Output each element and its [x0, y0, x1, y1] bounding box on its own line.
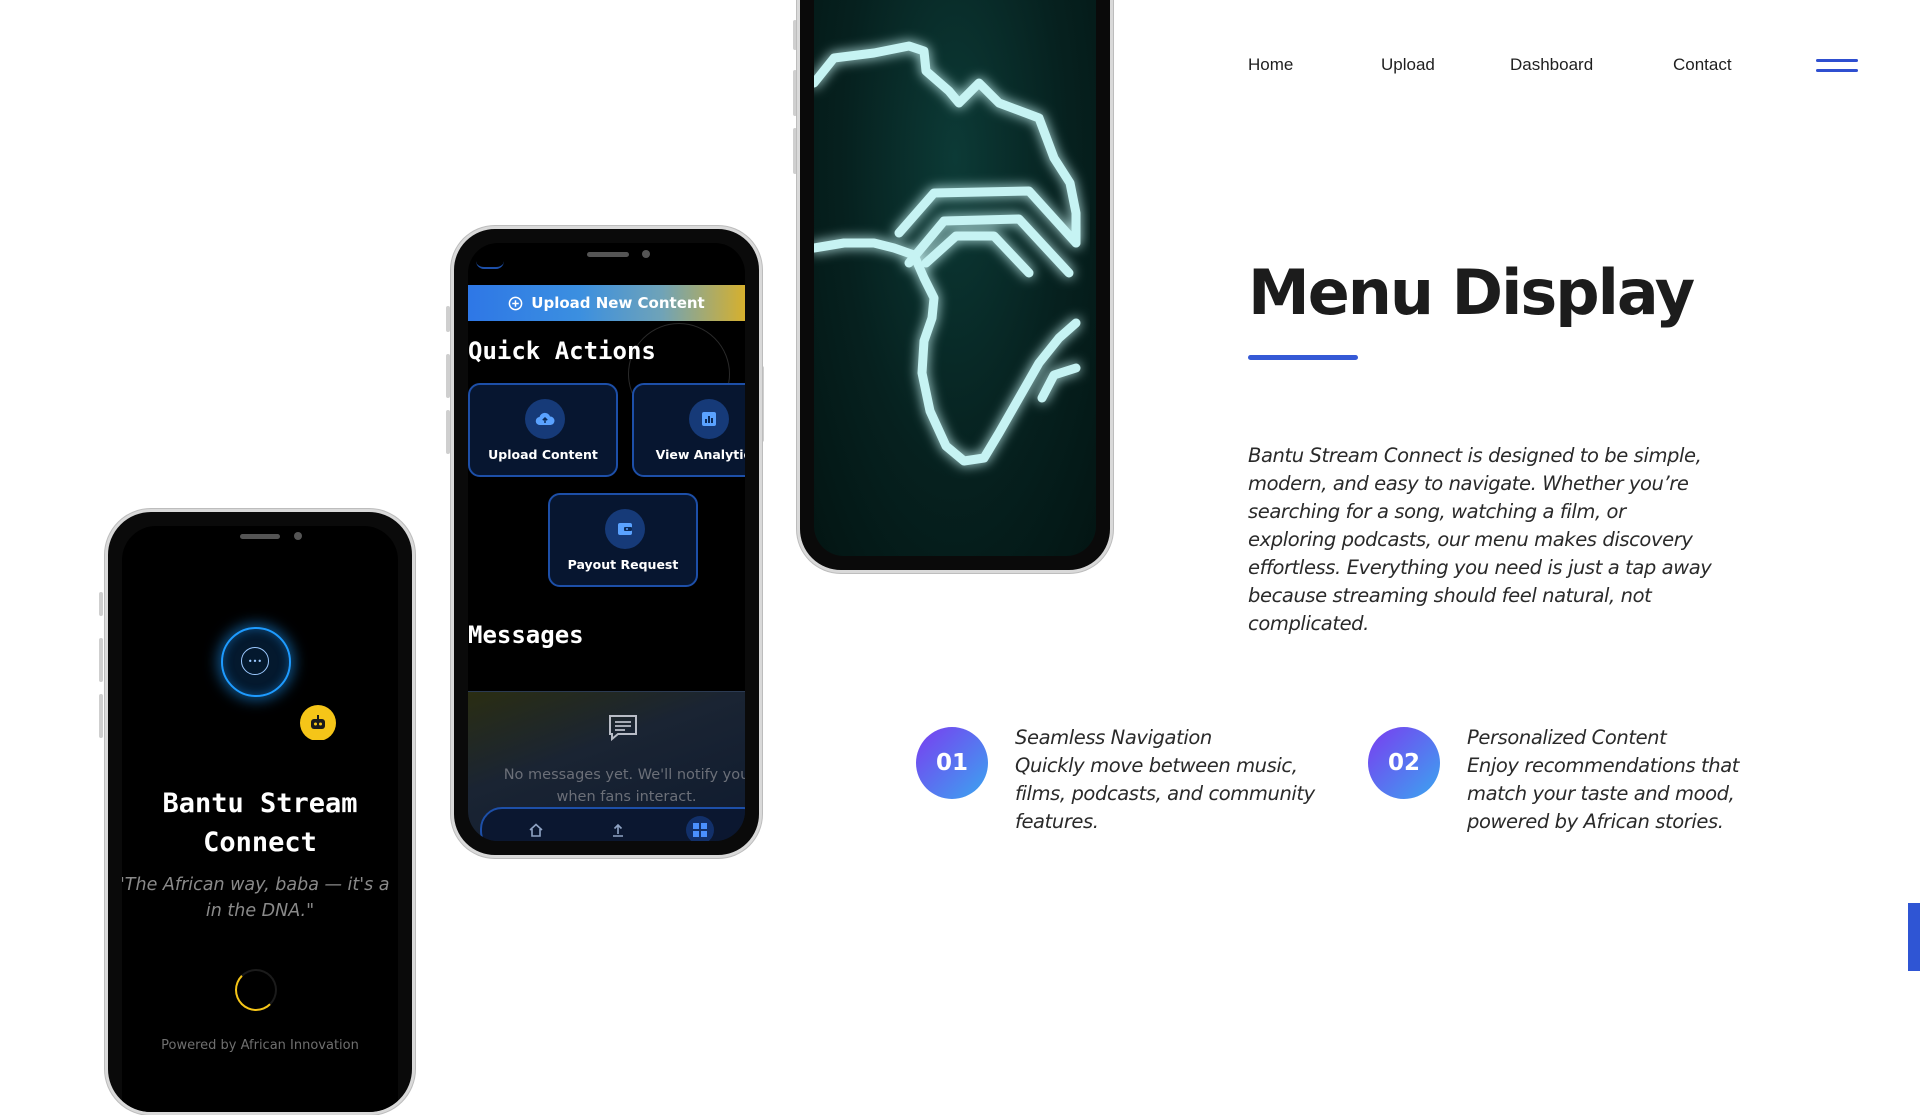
- messages-heading: Messages: [468, 621, 584, 649]
- cloud-upload-icon: [525, 399, 565, 439]
- feature-seamless-navigation: Seamless Navigation Quickly move between…: [1015, 724, 1315, 836]
- page-description: Bantu Stream Connect is designed to be s…: [1248, 444, 1712, 635]
- app-logo-icon: •••: [221, 627, 291, 697]
- payout-request-card[interactable]: Payout Request: [548, 493, 698, 587]
- phone-camera: [294, 532, 302, 540]
- phone-speaker: [240, 534, 280, 539]
- quick-actions-heading: Quick Actions: [468, 337, 656, 365]
- nav-contact-link[interactable]: Contact: [1673, 55, 1732, 75]
- phone-side-button: [446, 410, 450, 454]
- nav-home-link[interactable]: Home: [1248, 55, 1293, 75]
- phone-dashboard-screen: Upload New Content Quick Actions Upload …: [451, 226, 762, 858]
- splash-screen: ••• Bantu Stream Connect 'The African wa…: [122, 526, 398, 1112]
- feature-title: Personalized Content: [1467, 726, 1667, 749]
- tagline-quote-line1: 'The African way, baba — it's a: [122, 875, 390, 895]
- feature-number-badge: 02: [1368, 727, 1440, 799]
- phone-speaker: [587, 252, 629, 257]
- phone-side-button: [99, 694, 103, 738]
- app-name-line2: Connect: [203, 827, 317, 858]
- page-title: Menu Display: [1248, 256, 1695, 329]
- powered-by-text: Powered by African Innovation: [161, 1038, 359, 1053]
- empty-messages-line1: No messages yet. We'll notify you: [503, 767, 745, 783]
- feature-personalized-content: Personalized Content Enjoy recommendatio…: [1467, 724, 1787, 836]
- home-icon[interactable]: [522, 816, 550, 841]
- nav-upload-link[interactable]: Upload: [1381, 55, 1435, 75]
- plus-circle-icon: [508, 296, 523, 310]
- loading-spinner: [235, 969, 277, 1011]
- phone-splash-screen: ••• Bantu Stream Connect 'The African wa…: [105, 509, 415, 1115]
- side-scroll-tab[interactable]: [1908, 903, 1920, 971]
- phone-side-button: [99, 638, 103, 682]
- empty-messages-text: No messages yet. We'll notify you when f…: [468, 764, 745, 808]
- upload-icon[interactable]: [604, 816, 632, 841]
- title-underline: [1248, 355, 1358, 360]
- app-name-line1: Bantu Stream: [162, 788, 358, 819]
- feature-title: Seamless Navigation: [1015, 726, 1212, 749]
- phone-map-screen: [797, 0, 1113, 573]
- upload-new-content-button[interactable]: Upload New Content: [468, 285, 745, 321]
- africa-neon-screen: [814, 0, 1096, 556]
- feature-text: Quickly move between music, films, podca…: [1015, 754, 1315, 833]
- phone-camera: [642, 250, 650, 258]
- nav-dashboard-link[interactable]: Dashboard: [1510, 55, 1593, 75]
- robot-badge-icon: [300, 705, 336, 741]
- bottom-nav-bar: [480, 807, 745, 841]
- hamburger-menu-icon[interactable]: [1816, 59, 1858, 73]
- tagline-quote-line2: in the DNA.": [205, 901, 315, 921]
- phone-side-button: [446, 354, 450, 398]
- phone-side-button: [99, 592, 103, 616]
- feature-number-badge: 01: [916, 727, 988, 799]
- feature-text: Enjoy recommendations that match your ta…: [1467, 754, 1740, 833]
- africa-neon-map-icon: [814, 41, 1081, 466]
- phone-side-button: [446, 306, 450, 332]
- upload-content-label: Upload Content: [488, 447, 598, 462]
- dashboard-screen: Upload New Content Quick Actions Upload …: [468, 243, 745, 841]
- message-icon: [609, 715, 637, 742]
- upload-banner-label: Upload New Content: [531, 294, 705, 312]
- wallet-icon: [605, 509, 645, 549]
- upload-content-card[interactable]: Upload Content: [468, 383, 618, 477]
- dashboard-icon[interactable]: [686, 816, 714, 841]
- analytics-icon: [689, 399, 729, 439]
- payout-request-label: Payout Request: [567, 557, 679, 572]
- empty-messages-line2: when fans interact.: [556, 789, 697, 805]
- status-indicator: [476, 253, 504, 269]
- view-analytics-card[interactable]: View Analytics: [632, 383, 745, 477]
- view-analytics-label: View Analytics: [655, 447, 745, 462]
